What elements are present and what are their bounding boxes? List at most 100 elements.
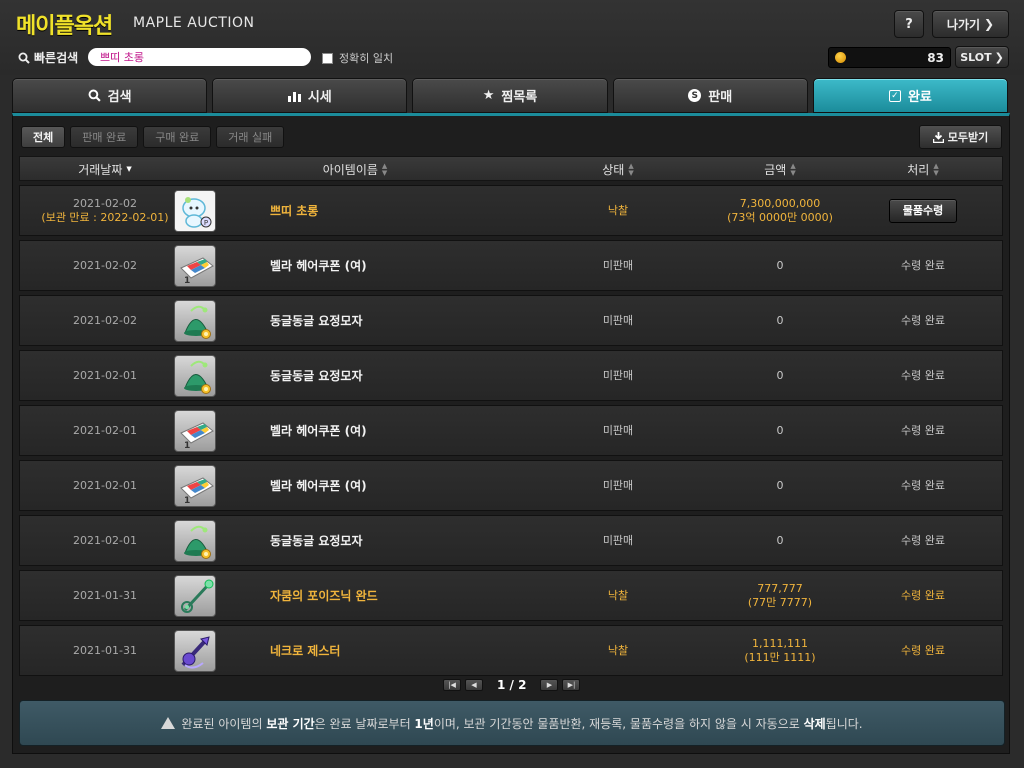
amount-cell: 1,111,111 (111만 1111) [700,626,860,675]
column-label: 처리 [907,163,930,177]
filter-all[interactable]: 전체 [21,126,66,148]
item-name[interactable]: 네크로 제스터 [270,626,570,675]
sell-coin-icon: S [688,89,702,102]
action-cell: 수령 완료 [860,571,986,620]
action-cell: 수령 완료 [860,626,986,675]
first-page-button[interactable]: |◀ [443,679,461,691]
tab-market-price[interactable]: 시세 [212,78,408,113]
column-label: 거래날짜 [78,163,123,177]
table-row[interactable]: 2021-01-31 네크로 제스터 낙찰 1,111,111 (111만 1111) 수… [19,625,1003,676]
filter-failed[interactable]: 거래 실패 [216,126,285,148]
icon-cell [174,351,216,400]
column-item-name[interactable]: 아이템이름 ▲ ▼ [250,161,460,178]
coin-balance: 83 [828,47,951,68]
table-header: 거래날짜 ▼ 아이템이름 ▲ ▼ 상태 ▲ ▼ 금액 ▲ ▼ 처리 ▲ ▼ [19,156,1003,181]
date-cell: 2021-02-01 [40,461,170,510]
column-amount[interactable]: 금액 ▲ ▼ [700,161,860,178]
status-cell: 미판매 [602,258,634,272]
app-title: 메이플옥션 [16,14,113,39]
status-cell: 미판매 [602,533,634,547]
amount-cell: 777,777 (77만 7777) [700,571,860,620]
table-row[interactable]: 2021-02-02 1 벨라 헤어쿠폰 (여) 미판매 0 수령 완료 [19,240,1003,291]
receive-item-button[interactable]: 물품수령 [889,198,957,223]
chevron-right-icon: ❯ [984,17,995,31]
amount-value: 0 [776,478,784,492]
icon-cell: 1 [174,241,216,290]
search-input[interactable] [88,48,311,66]
table-row[interactable]: 2021-02-01 1 벨라 헤어쿠폰 (여) 미판매 0 수령 완료 [19,405,1003,456]
svg-text:1: 1 [184,276,190,286]
amount-cell: 0 [700,296,860,345]
exact-match[interactable]: 정확히 일치 [322,50,393,66]
icon-cell [174,626,216,675]
fairy-hat-icon [174,519,216,562]
amount-value: 0 [776,368,784,382]
receive-all-label: 모두받기 [947,131,989,144]
check-icon: ✓ [888,89,901,102]
sort-icon: ▲ ▼ [933,161,939,177]
trade-date: 2021-02-02 [73,196,137,210]
amount-cell: 0 [700,351,860,400]
tab-sell[interactable]: S 판매 [612,78,808,113]
table-row[interactable]: 2021-01-31 자쿰의 포이즈닉 완드 낙찰 777,777 (77만 7777)… [19,570,1003,621]
tab-wishlist[interactable]: ★ 찜목록 [412,78,608,113]
amount-value: 7,300,000,000 [739,196,821,210]
help-button[interactable]: ? [894,10,924,38]
icon-cell: 1 [174,406,216,455]
next-page-button[interactable]: ▶ [540,679,559,691]
last-page-button[interactable]: ▶| [562,679,581,691]
table-row[interactable]: 2021-02-01 동글동글 요정모자 미판매 0 수령 완료 [19,515,1003,566]
trade-date: 2021-02-01 [73,478,137,492]
date-cell: 2021-02-01 [40,351,170,400]
page-indicator: 1 / 2 [497,678,527,692]
status-cell: 낙찰 [607,588,629,602]
table-row[interactable]: 2021-02-02 (보관 만료 : 2022-02-01) P 쁘띠 초롱 낙찰 7,… [19,185,1003,236]
table-row[interactable]: 2021-02-01 동글동글 요정모자 미판매 0 수령 완료 [19,350,1003,401]
icon-cell [174,571,216,620]
slot-button[interactable]: SLOT ❯ [955,46,1009,68]
prev-page-button[interactable]: ◀ [465,679,483,691]
hair-coupon-icon: 1 [174,464,216,507]
chevron-right-icon: ❯ [994,50,1004,64]
item-name[interactable]: 동글동글 요정모자 [270,516,570,565]
amount-korean: (111만 1111) [744,650,816,664]
table-row[interactable]: 2021-02-02 동글동글 요정모자 미판매 0 수령 완료 [19,295,1003,346]
item-name[interactable]: 벨라 헤어쿠폰 (여) [270,241,570,290]
column-date[interactable]: 거래날짜 ▼ [40,161,170,178]
tab-search[interactable]: 검색 [12,78,208,113]
date-cell: 2021-02-02 [40,241,170,290]
exact-match-checkbox[interactable] [322,52,333,64]
table-body: 2021-02-02 (보관 만료 : 2022-02-01) P 쁘띠 초롱 낙찰 7,… [19,185,1003,680]
amount-cell: 0 [700,241,860,290]
filter-bought[interactable]: 구매 완료 [143,126,212,148]
item-name[interactable]: 동글동글 요정모자 [270,351,570,400]
filter-sold[interactable]: 판매 완료 [70,126,139,148]
received-status: 수령 완료 [901,423,945,437]
status-cell: 미판매 [602,368,634,382]
pagination: |◀ ◀ 1 / 2 ▶ ▶| [443,678,581,692]
exit-button[interactable]: 나가기 ❯ [932,10,1009,38]
receive-all-button[interactable]: 모두받기 [919,125,1002,149]
tab-completed[interactable]: ✓ 완료 [812,78,1009,113]
svg-text:1: 1 [184,441,190,451]
amount-value: 1,111,111 [752,636,808,650]
table-row[interactable]: 2021-02-01 1 벨라 헤어쿠폰 (여) 미판매 0 수령 완료 [19,460,1003,511]
star-icon: ★ [482,88,495,103]
item-name[interactable]: 벨라 헤어쿠폰 (여) [270,461,570,510]
notice-text: 완료된 아이템의 보관 기간은 완료 날짜로부터 1년이며, 보관 기간동안 물… [181,716,863,731]
exit-label: 나가기 [946,17,981,32]
received-status: 수령 완료 [901,588,945,602]
item-name[interactable]: 쁘띠 초롱 [270,186,570,235]
item-name[interactable]: 벨라 헤어쿠폰 (여) [270,406,570,455]
status-cell: 미판매 [602,313,634,327]
item-name[interactable]: 자쿰의 포이즈닉 완드 [270,571,570,620]
amount-value: 0 [776,533,784,547]
completed-panel: 전체 판매 완료 구매 완료 거래 실패 모두받기 거래날짜 ▼ 아이템이름 ▲… [12,113,1010,754]
trade-date: 2021-02-02 [73,313,137,327]
item-name[interactable]: 동글동글 요정모자 [270,296,570,345]
column-action[interactable]: 처리 ▲ ▼ [860,161,986,178]
amount-value: 0 [776,313,784,327]
amount-value: 0 [776,258,784,272]
column-status[interactable]: 상태 ▲ ▼ [566,161,670,178]
status-cell: 미판매 [602,478,634,492]
